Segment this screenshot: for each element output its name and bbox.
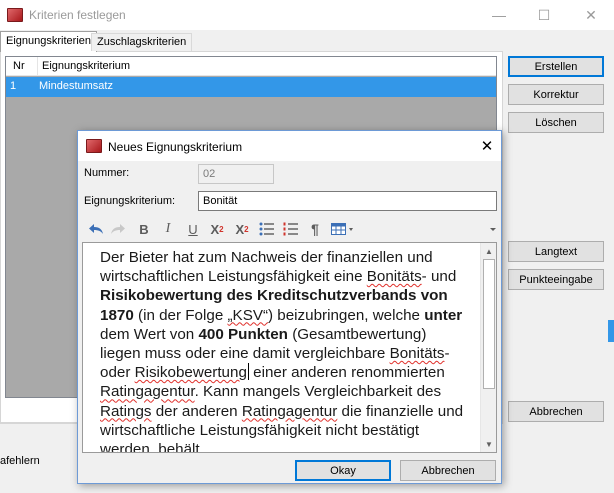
bullet-list-icon[interactable]	[257, 220, 277, 238]
redo-icon[interactable]	[108, 220, 128, 238]
new-criterion-dialog: Neues Eignungskriterium ✕ Nummer: Eignun…	[77, 130, 502, 484]
numbered-list-icon[interactable]	[281, 220, 301, 238]
app-icon	[7, 8, 23, 22]
table-row[interactable]: 1 Mindestumsatz	[6, 77, 496, 97]
window-title: Kriterien festlegen	[29, 8, 126, 22]
tab-eignungskriterien[interactable]: Eignungskriterien	[0, 31, 97, 52]
korrektur-button[interactable]: Korrektur	[508, 84, 604, 105]
editor-scrollbar[interactable]: ▲ ▼	[480, 243, 496, 452]
background-selection-sliver	[608, 320, 614, 342]
longtext-editor[interactable]: Der Bieter hat zum Nachweis der finanzie…	[82, 242, 497, 453]
okay-button[interactable]: Okay	[295, 460, 391, 481]
maximize-icon[interactable]: ☐	[521, 0, 567, 30]
superscript-icon[interactable]: X2	[207, 220, 227, 238]
main-abbrechen-button[interactable]: Abbrechen	[508, 401, 604, 422]
toolbar-overflow-icon[interactable]	[483, 220, 503, 238]
underline-icon[interactable]: U	[183, 220, 203, 238]
dialog-titlebar[interactable]: Neues Eignungskriterium ✕	[78, 131, 501, 161]
kriterium-label: Eignungskriterium:	[84, 195, 176, 207]
main-titlebar[interactable]: Kriterien festlegen — ☐ ✕	[0, 0, 614, 30]
nummer-field[interactable]	[198, 164, 274, 184]
column-header-nr[interactable]: Nr	[13, 60, 25, 72]
editor-toolbar: B I U X2 X2 ¶	[83, 217, 496, 241]
column-separator[interactable]	[37, 57, 38, 76]
undo-icon[interactable]	[86, 220, 106, 238]
scroll-up-icon[interactable]: ▲	[481, 243, 496, 259]
tab-zuschlagskriterien[interactable]: Zuschlagskriterien	[91, 33, 193, 51]
dialog-app-icon	[86, 139, 102, 153]
cell-nr: 1	[10, 80, 17, 92]
close-icon[interactable]: ✕	[568, 0, 614, 30]
kriterium-field[interactable]	[198, 191, 497, 211]
erstellen-button[interactable]: Erstellen	[508, 56, 604, 77]
punkteeingabe-button[interactable]: Punkteeingabe	[508, 269, 604, 290]
status-text: afehlern	[0, 455, 40, 467]
dialog-abbrechen-button[interactable]: Abbrechen	[400, 460, 496, 481]
paragraph-icon[interactable]: ¶	[305, 220, 325, 238]
subscript-icon[interactable]: X2	[232, 220, 252, 238]
italic-icon[interactable]: I	[158, 220, 178, 238]
dialog-close-icon[interactable]: ✕	[476, 136, 498, 156]
list-header: Nr Eignungskriterium	[6, 57, 496, 76]
scrollbar-thumb[interactable]	[483, 259, 495, 389]
bold-icon[interactable]: B	[134, 220, 154, 238]
table-icon[interactable]	[329, 220, 357, 238]
editor-content[interactable]: Der Bieter hat zum Nachweis der finanzie…	[100, 248, 470, 452]
minimize-icon[interactable]: —	[476, 0, 522, 30]
column-header-kriterium[interactable]: Eignungskriterium	[42, 60, 130, 72]
scroll-down-icon[interactable]: ▼	[481, 436, 496, 452]
loeschen-button[interactable]: Löschen	[508, 112, 604, 133]
cell-kriterium: Mindestumsatz	[39, 80, 113, 92]
langtext-button[interactable]: Langtext	[508, 241, 604, 262]
nummer-label: Nummer:	[84, 167, 130, 179]
dialog-title: Neues Eignungskriterium	[108, 140, 243, 154]
